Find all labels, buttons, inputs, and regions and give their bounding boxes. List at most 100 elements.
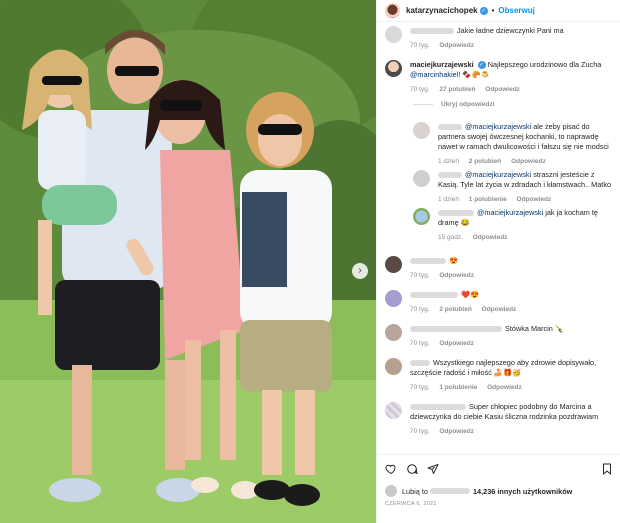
- comment-time: 70 tyg.: [410, 42, 430, 49]
- reply-button[interactable]: Odpowiedz: [487, 384, 522, 391]
- hide-replies-button[interactable]: Ukryj odpowiedzi: [413, 101, 494, 108]
- comment-item: Super chłopiec podobny do Marcina a dzie…: [385, 402, 615, 435]
- comment-meta: 70 tyg. Odpowiedz: [410, 272, 482, 279]
- comment-meta: 70 tyg. 2 polubień Odpowiedz: [410, 306, 524, 313]
- comments-list[interactable]: Jakie ładne dziewczynki Pani ma 70 tyg. …: [377, 22, 620, 454]
- action-bar: [385, 463, 439, 475]
- comment-item: 😍 70 tyg. Odpowiedz: [385, 256, 615, 279]
- commenter-username[interactable]: [410, 292, 458, 299]
- commenter-username[interactable]: [438, 210, 474, 217]
- reply-item: @maciejkurzajewski ale żeby pisać do par…: [413, 122, 615, 165]
- likes-summary[interactable]: Lubią to 14,236 innych użytkowników: [385, 485, 572, 497]
- heart-icon[interactable]: [385, 463, 397, 475]
- liker-username[interactable]: [430, 488, 470, 494]
- reply-button[interactable]: Odpowiedz: [439, 340, 474, 347]
- divider-line: [413, 104, 433, 105]
- comment-time: 70 tyg.: [410, 384, 430, 391]
- mention-link[interactable]: @maciejkurzajewski: [477, 208, 543, 217]
- likes-count[interactable]: 2 polubień: [439, 306, 472, 313]
- likes-count[interactable]: 1 polubienie: [439, 384, 477, 391]
- comment-meta: 70 tyg. Odpowiedz: [410, 42, 564, 49]
- comment-text: @maciejkurzajewski jak ja kocham tę dram…: [438, 208, 598, 227]
- comment-meta: 1 dzień 2 polubień Odpowiedz: [438, 158, 615, 165]
- commenter-avatar[interactable]: [413, 170, 430, 187]
- post-date: CZERWCA 6, 2021: [385, 501, 437, 507]
- comment-meta: 1 dzień 1 polubienie Odpowiedz: [438, 196, 615, 203]
- likes-count[interactable]: 2 polubień: [469, 158, 502, 165]
- comment-time: 70 tyg.: [410, 86, 430, 93]
- commenter-avatar[interactable]: [385, 402, 402, 419]
- commenter-avatar[interactable]: [385, 60, 402, 77]
- mention-link[interactable]: @maciejkurzajewski: [465, 122, 531, 131]
- commenter-avatar[interactable]: [385, 290, 402, 307]
- commenter-username[interactable]: [410, 258, 446, 265]
- verified-badge-icon: ✓: [479, 6, 488, 15]
- commenter-avatar[interactable]: [413, 208, 430, 225]
- separator-dot: •: [491, 6, 495, 15]
- comment-text: Super chłopiec podobny do Marcina a dzie…: [410, 402, 599, 421]
- post-footer: Lubią to 14,236 innych użytkowników CZER…: [377, 454, 620, 523]
- comment-item: Wszystkiego najlepszego aby zdrowie dopi…: [385, 358, 615, 391]
- send-icon[interactable]: [427, 463, 439, 475]
- bookmark-icon[interactable]: [601, 463, 613, 475]
- family-photo-illustration: [0, 0, 376, 523]
- commenter-username[interactable]: maciejkurzajewski: [410, 60, 474, 69]
- comment-text: @maciejkurzajewski straszni jesteście z …: [438, 170, 612, 189]
- liker-avatar[interactable]: [385, 485, 397, 497]
- comment-time: 70 tyg.: [410, 428, 430, 435]
- reply-button[interactable]: Odpowiedz: [517, 196, 552, 203]
- follow-button[interactable]: Obserwuj: [498, 6, 534, 15]
- author-username[interactable]: katarzynacichopek: [406, 6, 478, 15]
- reply-button[interactable]: Odpowiedz: [473, 234, 508, 241]
- commenter-avatar[interactable]: [385, 358, 402, 375]
- likes-count[interactable]: 27 polubień: [439, 86, 475, 93]
- verified-badge-icon: ✓: [477, 61, 486, 70]
- comment-text: 😍: [410, 256, 482, 266]
- comment-meta: 70 tyg. 1 polubienie Odpowiedz: [410, 384, 615, 391]
- comment-time: 15 godz.: [438, 234, 463, 241]
- comment-item: Stówka Marcin 🍾 70 tyg. Odpowiedz: [385, 324, 615, 347]
- comment-text: Stówka Marcin 🍾: [410, 324, 564, 334]
- reply-button[interactable]: Odpowiedz: [439, 428, 474, 435]
- author-avatar[interactable]: [385, 3, 400, 18]
- commenter-username[interactable]: [410, 360, 430, 367]
- reply-button[interactable]: Odpowiedz: [511, 158, 546, 165]
- comment-item: maciejkurzajewski ✓ Najlepszego urodzino…: [385, 60, 615, 93]
- post-photo[interactable]: ›: [0, 0, 376, 523]
- comment-text: Wszystkiego najlepszego aby zdrowie dopi…: [410, 358, 597, 377]
- comment-text: Jakie ładne dziewczynki Pani ma: [410, 26, 564, 36]
- comment-meta: 70 tyg. Odpowiedz: [410, 340, 564, 347]
- reply-button[interactable]: Odpowiedz: [482, 306, 517, 313]
- commenter-avatar[interactable]: [413, 122, 430, 139]
- comment-icon[interactable]: [406, 463, 418, 475]
- commenter-username[interactable]: [438, 172, 462, 179]
- mention-link[interactable]: @maciejkurzajewski: [465, 170, 531, 179]
- comment-meta: 70 tyg. Odpowiedz: [410, 428, 615, 435]
- comment-time: 70 tyg.: [410, 306, 430, 313]
- commenter-username[interactable]: [410, 326, 502, 333]
- comment-time: 1 dzień: [438, 196, 459, 203]
- likes-count[interactable]: 14,236 innych użytkowników: [473, 487, 572, 496]
- commenter-username[interactable]: [410, 404, 466, 411]
- comment-text: maciejkurzajewski ✓ Najlepszego urodzino…: [410, 60, 602, 79]
- reply-item: @maciejkurzajewski jak ja kocham tę dram…: [413, 208, 615, 241]
- comment-item: ❤️😍 70 tyg. 2 polubień Odpowiedz: [385, 290, 615, 313]
- post-header: katarzynacichopek ✓ • Obserwuj: [377, 0, 620, 22]
- chevron-right-icon[interactable]: ›: [352, 263, 368, 279]
- post-details-panel: katarzynacichopek ✓ • Obserwuj Jakie ład…: [376, 0, 620, 523]
- mention-link[interactable]: @marcinhakiel: [410, 70, 458, 79]
- reply-item: @maciejkurzajewski straszni jesteście z …: [413, 170, 615, 203]
- likes-count[interactable]: 1 polubienie: [469, 196, 507, 203]
- comment-time: 70 tyg.: [410, 272, 430, 279]
- commenter-avatar[interactable]: [385, 324, 402, 341]
- comment-text: @maciejkurzajewski ale żeby pisać do par…: [438, 122, 609, 151]
- commenter-username[interactable]: [438, 124, 462, 131]
- comment-time: 70 tyg.: [410, 340, 430, 347]
- reply-button[interactable]: Odpowiedz: [485, 86, 520, 93]
- reply-button[interactable]: Odpowiedz: [439, 272, 474, 279]
- comment-time: 1 dzień: [438, 158, 459, 165]
- commenter-avatar[interactable]: [385, 256, 402, 273]
- commenter-avatar[interactable]: [385, 26, 402, 43]
- commenter-username[interactable]: [410, 28, 454, 35]
- reply-button[interactable]: Odpowiedz: [439, 42, 474, 49]
